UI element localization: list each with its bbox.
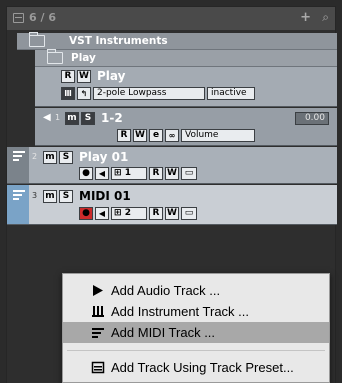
menu-item-add-audio-track[interactable]: Add Audio Track ... bbox=[63, 280, 329, 301]
instrument-icon bbox=[92, 306, 104, 317]
grid-icon: ⊞ bbox=[114, 208, 125, 218]
read-button[interactable]: R bbox=[149, 207, 163, 220]
track-count: 6 / 6 bbox=[29, 11, 56, 24]
volume-field[interactable]: Volume bbox=[181, 129, 255, 142]
menu-item-add-instrument-track[interactable]: Add Instrument Track ... bbox=[63, 301, 329, 322]
folder-label: VST Instruments bbox=[69, 35, 168, 47]
preset-icon bbox=[91, 361, 105, 374]
play-arrow-icon bbox=[93, 285, 103, 296]
keyboard-icon[interactable]: ▭ bbox=[181, 207, 197, 220]
read-button[interactable]: R bbox=[61, 70, 75, 83]
channel-number: 2 bbox=[124, 208, 131, 218]
mute-button[interactable]: m bbox=[43, 190, 57, 203]
midi-track-icon bbox=[13, 190, 25, 200]
menu-item-label: Add Instrument Track ... bbox=[111, 304, 249, 319]
menu-item-label: Add MIDI Track ... bbox=[111, 325, 216, 340]
track-name[interactable]: Play bbox=[97, 69, 125, 83]
volume-value[interactable]: 0.00 bbox=[295, 112, 329, 125]
mute-button[interactable]: m bbox=[43, 151, 57, 164]
track-name[interactable]: 1-2 bbox=[101, 111, 123, 125]
write-button[interactable]: W bbox=[133, 129, 147, 142]
menu-item-add-track-preset[interactable]: Add Track Using Track Preset... bbox=[63, 357, 329, 378]
midi-track-play01[interactable]: 2 m S Play 01 ● ◀ ⊞ 1 R W ▭ bbox=[7, 147, 337, 184]
channel-number: 1 bbox=[124, 168, 131, 178]
menu-item-label: Add Audio Track ... bbox=[111, 283, 221, 298]
track-number: 3 bbox=[32, 191, 38, 200]
midi-channel-field[interactable]: ⊞ 1 bbox=[111, 167, 147, 180]
add-track-context-menu: Add Audio Track ... Add Instrument Track… bbox=[62, 273, 330, 383]
write-button[interactable]: W bbox=[77, 70, 91, 83]
write-button[interactable]: W bbox=[165, 167, 179, 180]
solo-button[interactable]: S bbox=[59, 151, 73, 164]
midi-track-icon bbox=[13, 151, 25, 161]
read-button[interactable]: R bbox=[149, 167, 163, 180]
link-icon[interactable]: ∞ bbox=[165, 129, 179, 142]
folder-icon bbox=[29, 32, 45, 47]
edit-instrument-icon[interactable]: Ⅲ bbox=[61, 87, 75, 100]
keyboard-icon[interactable]: ▭ bbox=[181, 167, 197, 180]
track-list-panel: 6 / 6 + ⌕ VST Instruments Play R W Play … bbox=[0, 0, 342, 383]
edit-button[interactable]: e bbox=[149, 129, 163, 142]
monitor-icon[interactable]: ◀ bbox=[95, 207, 109, 220]
folder-label: Play bbox=[71, 52, 96, 64]
mute-button[interactable]: m bbox=[65, 112, 79, 125]
grid-icon: ⊞ bbox=[114, 168, 125, 178]
track-number: 2 bbox=[32, 152, 38, 161]
track-list-icon[interactable] bbox=[13, 13, 24, 23]
write-button[interactable]: W bbox=[165, 207, 179, 220]
record-button[interactable]: ● bbox=[79, 167, 93, 180]
track-name[interactable]: Play 01 bbox=[79, 150, 128, 164]
record-button[interactable]: ● bbox=[79, 207, 93, 220]
menu-item-label: Add Track Using Track Preset... bbox=[111, 360, 294, 375]
filter-field[interactable]: 2-pole Lowpass bbox=[93, 87, 205, 100]
track-name[interactable]: MIDI 01 bbox=[79, 189, 131, 203]
add-track-icon[interactable]: + bbox=[300, 10, 311, 25]
folder-icon bbox=[47, 49, 63, 64]
midi-track-icon bbox=[92, 328, 104, 338]
folder-vst-instruments[interactable]: VST Instruments bbox=[17, 32, 337, 50]
solo-button[interactable]: S bbox=[59, 190, 73, 203]
state-field[interactable]: inactive bbox=[207, 87, 255, 100]
midi-channel-field[interactable]: ⊞ 2 bbox=[111, 207, 147, 220]
instrument-track-play[interactable]: R W Play Ⅲ ↰ 2-pole Lowpass inactive bbox=[35, 67, 337, 107]
speaker-icon: ◀ bbox=[43, 112, 51, 123]
solo-button[interactable]: S bbox=[81, 112, 95, 125]
track-list-header: 6 / 6 + ⌕ bbox=[6, 6, 336, 30]
routing-icon[interactable]: ↰ bbox=[77, 87, 91, 100]
search-icon[interactable]: ⌕ bbox=[322, 10, 329, 25]
read-button[interactable]: R bbox=[117, 129, 131, 142]
audio-channel-track[interactable]: ◀ 1 m S 1-2 0.00 R W e ∞ Volume bbox=[35, 108, 337, 146]
track-number: 1 bbox=[55, 113, 61, 122]
midi-track-midi01[interactable]: 3 m S MIDI 01 ● ◀ ⊞ 2 R W ▭ bbox=[7, 185, 337, 225]
monitor-icon[interactable]: ◀ bbox=[95, 167, 109, 180]
menu-item-add-midi-track[interactable]: Add MIDI Track ... bbox=[63, 322, 329, 343]
menu-separator bbox=[67, 350, 325, 351]
folder-play[interactable]: Play bbox=[35, 49, 337, 67]
